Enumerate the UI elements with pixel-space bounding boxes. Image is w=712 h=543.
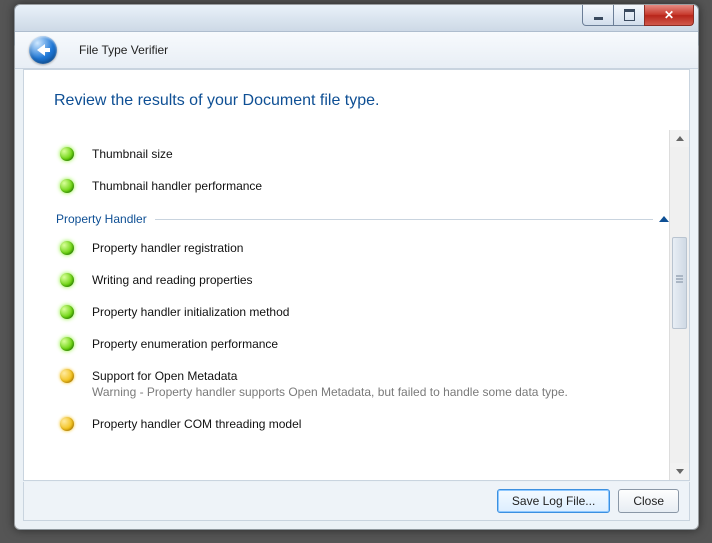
status-ok-icon	[60, 273, 74, 287]
close-label: Close	[633, 494, 664, 508]
button-bar: Save Log File... Close	[23, 482, 690, 521]
status-ok-icon	[60, 147, 74, 161]
back-button[interactable]	[29, 36, 57, 64]
scroll-thumb[interactable]	[672, 237, 687, 329]
collapse-caret-icon	[659, 216, 669, 222]
result-row: Thumbnail handler performance	[60, 170, 669, 202]
scroll-down-button[interactable]	[670, 463, 689, 480]
client-area: Review the results of your Document file…	[23, 69, 690, 481]
result-label: Thumbnail handler performance	[92, 178, 262, 194]
result-row: Thumbnail size	[60, 138, 669, 170]
result-label: Property enumeration performance	[92, 336, 278, 352]
result-row: Property enumeration performance	[60, 328, 669, 360]
maximize-icon	[624, 9, 635, 21]
results-list: Thumbnail size Thumbnail handler perform…	[24, 130, 669, 480]
status-ok-icon	[60, 241, 74, 255]
status-warning-icon	[60, 369, 74, 383]
status-warning-icon	[60, 417, 74, 431]
result-label: Writing and reading properties	[92, 272, 253, 288]
window-frame: ✕ File Type Verifier Review the results …	[14, 4, 699, 530]
titlebar[interactable]: ✕	[15, 5, 698, 32]
result-row: Property handler COM threading model	[60, 408, 669, 440]
close-window-button[interactable]: ✕	[644, 5, 694, 26]
result-label: Property handler initialization method	[92, 304, 289, 320]
status-ok-icon	[60, 179, 74, 193]
page-heading: Review the results of your Document file…	[24, 70, 689, 126]
result-label: Property handler registration	[92, 240, 243, 256]
chevron-up-icon	[676, 136, 684, 141]
close-button[interactable]: Close	[618, 489, 679, 513]
result-subtext: Warning - Property handler supports Open…	[92, 384, 568, 400]
status-ok-icon	[60, 305, 74, 319]
group-title: Property Handler	[56, 212, 147, 226]
result-label: Support for Open Metadata	[92, 368, 568, 384]
save-log-label: Save Log File...	[512, 494, 595, 508]
group-divider	[155, 219, 653, 220]
minimize-button[interactable]	[582, 5, 614, 26]
scroll-up-button[interactable]	[670, 130, 689, 147]
save-log-button[interactable]: Save Log File...	[497, 489, 610, 513]
maximize-button[interactable]	[613, 5, 645, 26]
result-row: Writing and reading properties	[60, 264, 669, 296]
result-row: Property handler registration	[60, 232, 669, 264]
app-title: File Type Verifier	[79, 43, 168, 57]
chevron-down-icon	[676, 469, 684, 474]
nav-row: File Type Verifier	[15, 32, 698, 69]
scroll-track[interactable]	[670, 147, 689, 463]
scrollbar[interactable]	[669, 130, 689, 480]
result-label: Thumbnail size	[92, 146, 173, 162]
result-row: Support for Open Metadata Warning - Prop…	[60, 360, 669, 408]
result-label: Property handler COM threading model	[92, 416, 301, 432]
status-ok-icon	[60, 337, 74, 351]
group-header[interactable]: Property Handler	[56, 212, 669, 226]
minimize-icon	[594, 17, 603, 20]
result-row: Property handler initialization method	[60, 296, 669, 328]
close-icon: ✕	[664, 8, 674, 22]
